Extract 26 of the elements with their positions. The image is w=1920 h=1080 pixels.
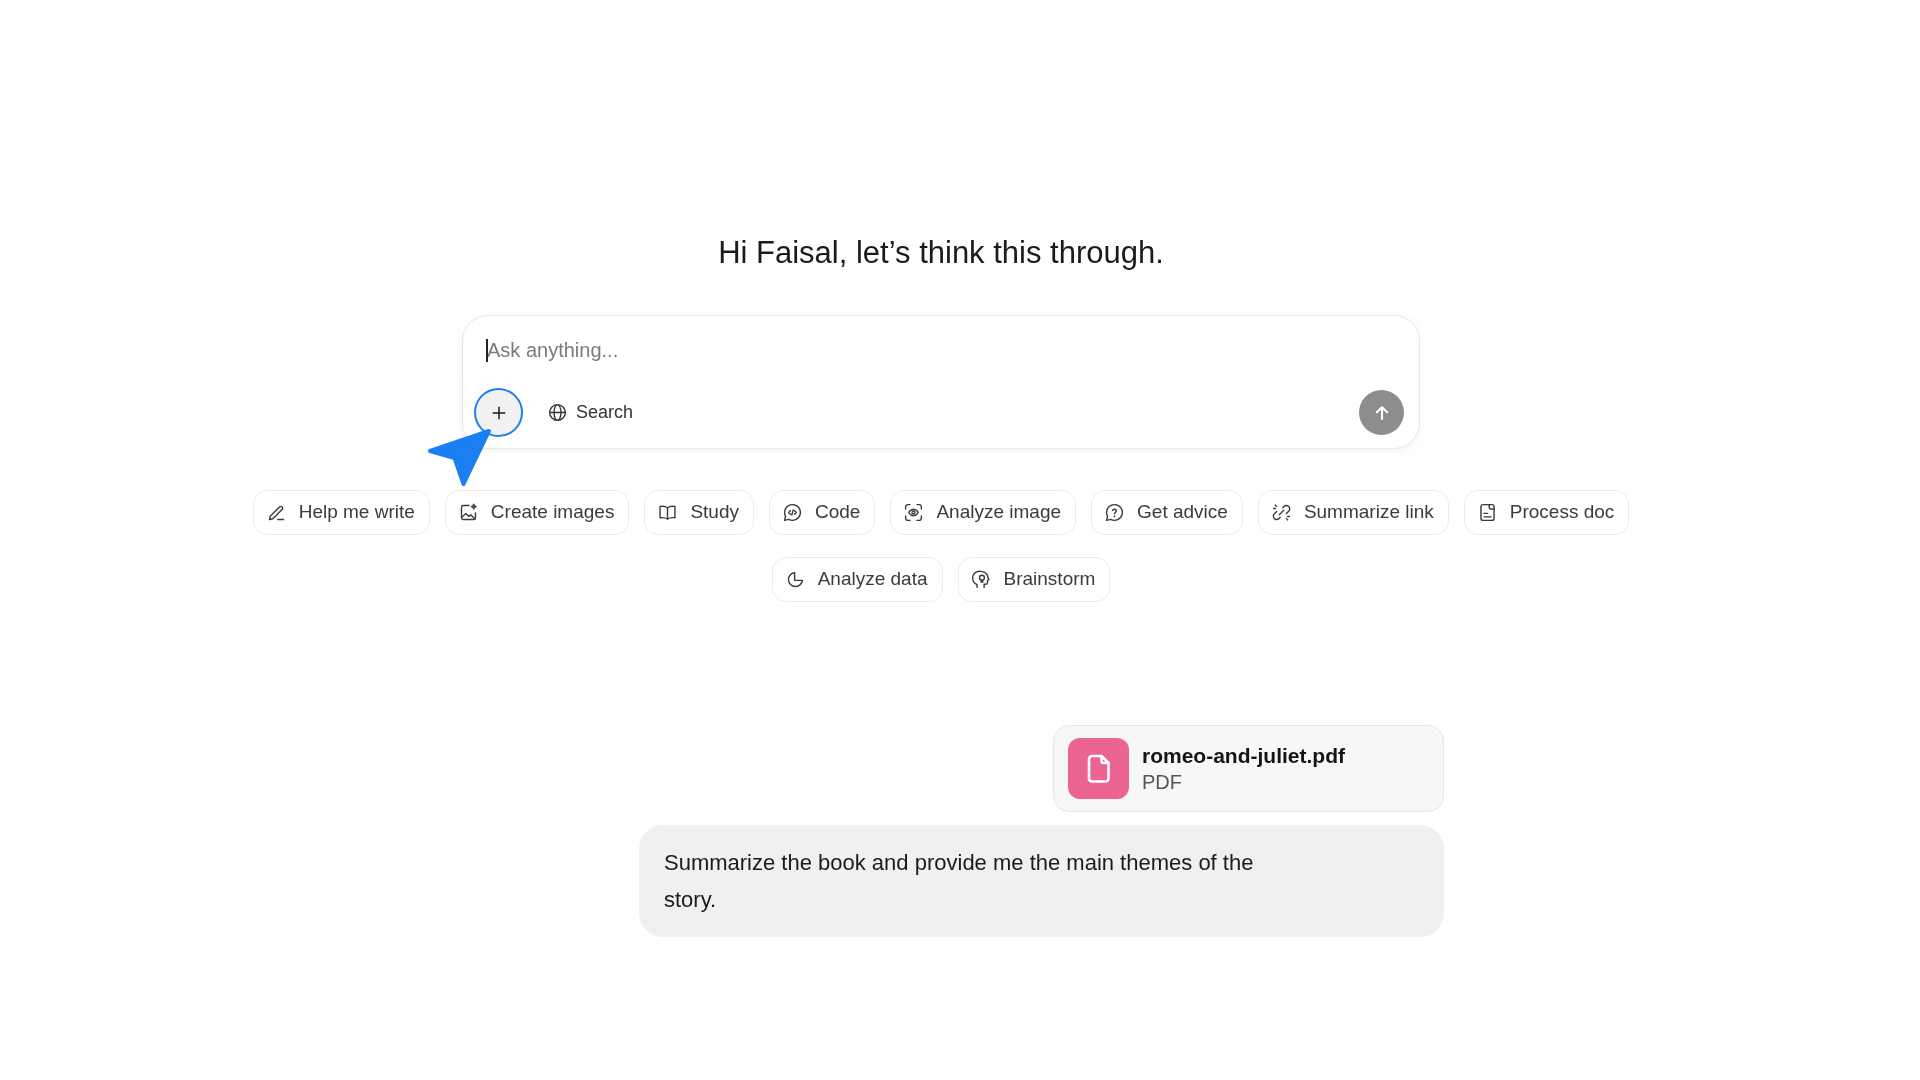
suggestion-chip[interactable]: Process doc — [1463, 490, 1630, 535]
suggestion-chip[interactable]: Create images — [444, 490, 630, 535]
attach-button[interactable] — [474, 388, 523, 437]
suggestion-chip[interactable]: Code — [769, 490, 876, 535]
file-type: PDF — [1142, 770, 1183, 795]
greeting-heading: Hi Faisal, let’s think this through. — [717, 235, 1165, 271]
suggestion-chip[interactable]: Study — [644, 490, 754, 535]
search-button[interactable]: Search — [537, 393, 644, 432]
suggestion-chip[interactable]: Get advice — [1091, 490, 1243, 535]
suggestion-chip[interactable]: Summarize link — [1257, 490, 1449, 535]
cursor-icon — [426, 427, 493, 488]
eye-scan-icon — [903, 502, 925, 523]
globe-icon — [547, 402, 568, 423]
code-bubble-icon — [782, 502, 803, 523]
file-attachment-card[interactable]: romeo-and-juliet.pdf PDF — [1053, 725, 1444, 812]
file-name: romeo-and-juliet.pdf — [1142, 743, 1345, 769]
broken-link-icon — [1270, 502, 1292, 523]
message-text: Summarize the book and provide me the main themes of the story. — [664, 849, 1255, 914]
suggestion-chip[interactable]: Brainstorm — [957, 557, 1111, 602]
file-icon — [1068, 738, 1129, 799]
message-input[interactable]: Ask anything... — [487, 334, 1395, 366]
head-bulb-icon — [970, 569, 992, 590]
suggestion-chip[interactable]: Analyze image — [890, 490, 1077, 535]
suggestion-chip[interactable]: Analyze data — [771, 557, 943, 602]
suggestion-chip[interactable]: Help me write — [252, 490, 430, 535]
question-bubble-icon — [1104, 502, 1126, 523]
